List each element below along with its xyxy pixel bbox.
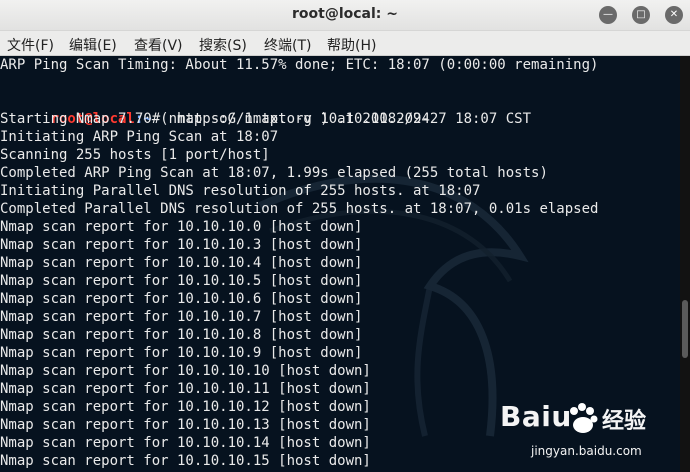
close-button[interactable]: ✕ [665, 6, 683, 24]
terminal-line: Completed Parallel DNS resolution of 255… [0, 201, 599, 217]
terminal-window: root@local: ~ — □ ✕ 文件(F) 编辑(E) 查看(V) 搜索… [0, 0, 690, 472]
menu-terminal[interactable]: 终端(T) [264, 35, 311, 55]
terminal-line: Starting Nmap 7.70 ( https://nmap.org ) … [0, 111, 532, 127]
paw-icon [570, 403, 598, 433]
terminal-scrollbar[interactable] [680, 56, 690, 472]
terminal-line: ARP Ping Scan Timing: About 11.57% done;… [0, 57, 599, 73]
terminal-line: root@local:~# nmap -oG 1.txt -v 10.10.10… [0, 92, 430, 127]
terminal-line: Nmap scan report for 10.10.10.4 [host do… [0, 255, 363, 271]
terminal-line: Nmap scan report for 10.10.10.11 [host d… [0, 381, 371, 397]
terminal-line: Nmap scan report for 10.10.10.0 [host do… [0, 219, 363, 235]
terminal-line: Nmap scan report for 10.10.10.8 [host do… [0, 327, 363, 343]
baidu-brand-text: Baiu [500, 400, 572, 433]
menu-search[interactable]: 搜索(S) [199, 35, 247, 55]
baidu-jingyan-text: 经验 [602, 409, 647, 434]
menu-help[interactable]: 帮助(H) [327, 35, 376, 55]
terminal-line: Nmap scan report for 10.10.10.6 [host do… [0, 291, 363, 307]
terminal-line: Initiating ARP Ping Scan at 18:07 [0, 129, 279, 145]
terminal-line: Nmap scan report for 10.10.10.9 [host do… [0, 345, 363, 361]
terminal-line: Scanning 255 hosts [1 port/host] [0, 147, 270, 163]
terminal-line: Nmap scan report for 10.10.10.12 [host d… [0, 399, 371, 415]
terminal-line: Initiating Parallel DNS resolution of 25… [0, 183, 481, 199]
baidu-jingyan-watermark: Baiu 经验 jingyan.baidu.com [500, 394, 680, 470]
baidu-url: jingyan.baidu.com [531, 444, 642, 458]
menu-view[interactable]: 查看(V) [134, 35, 183, 55]
menu-file[interactable]: 文件(F) [7, 35, 54, 55]
terminal-line: Nmap scan report for 10.10.10.14 [host d… [0, 435, 371, 451]
terminal-line: Completed ARP Ping Scan at 18:07, 1.99s … [0, 165, 548, 181]
terminal-line: Nmap scan report for 10.10.10.13 [host d… [0, 417, 371, 433]
maximize-button[interactable]: □ [632, 6, 650, 24]
terminal-line: Nmap scan report for 10.10.10.7 [host do… [0, 309, 363, 325]
scroll-thumb[interactable] [682, 300, 688, 358]
minimize-button[interactable]: — [599, 6, 617, 24]
window-title: root@local: ~ [292, 6, 398, 22]
menu-bar: 文件(F) 编辑(E) 查看(V) 搜索(S) 终端(T) 帮助(H) [0, 31, 690, 56]
terminal-line: Nmap scan report for 10.10.10.3 [host do… [0, 237, 363, 253]
terminal-line: Nmap scan report for 10.10.10.15 [host d… [0, 453, 371, 469]
menu-edit[interactable]: 编辑(E) [69, 35, 117, 55]
terminal-line: Nmap scan report for 10.10.10.10 [host d… [0, 363, 371, 379]
terminal-line: Nmap scan report for 10.10.10.5 [host do… [0, 273, 363, 289]
title-bar[interactable]: root@local: ~ — □ ✕ [0, 0, 690, 31]
